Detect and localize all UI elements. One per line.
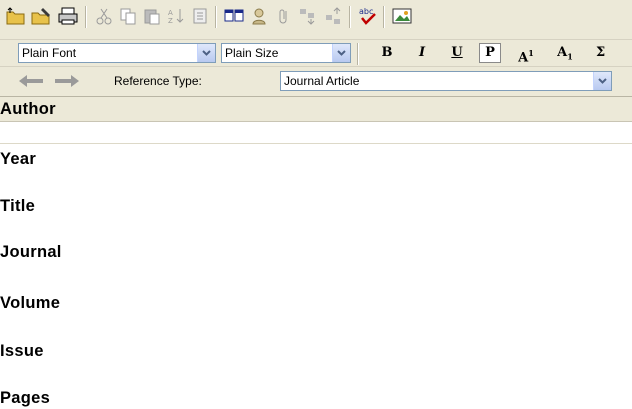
author-field-header [0, 97, 632, 122]
field-label-author: Author [0, 100, 56, 118]
reference-type-bar: Reference Type: Journal Article [0, 67, 632, 97]
field-label-issue[interactable]: Issue [0, 342, 44, 361]
plain-button[interactable]: P [479, 43, 501, 63]
svg-text:Z: Z [168, 17, 173, 25]
main-toolbar: AZ abc [0, 0, 632, 40]
reference-type-select[interactable]: Journal Article [280, 71, 612, 91]
superscript-letter: A [518, 50, 529, 66]
reference-type-label: Reference Type: [114, 74, 202, 88]
person-icon[interactable] [247, 4, 271, 28]
field-label-journal[interactable]: Journal [0, 243, 62, 262]
bold-button[interactable]: B [376, 43, 398, 63]
chevron-down-icon[interactable] [332, 44, 350, 62]
format-toolbar: Plain Font Plain Size B I U P A1 A1 Σ [0, 40, 632, 67]
font-select-value: Plain Font [22, 46, 77, 60]
cut-icon[interactable] [92, 4, 116, 28]
document-icon[interactable] [188, 4, 212, 28]
chevron-down-icon[interactable] [197, 44, 215, 62]
font-select[interactable]: Plain Font [18, 43, 216, 63]
field-label-title[interactable]: Title [0, 197, 35, 216]
underline-button[interactable]: U [446, 43, 468, 63]
move-up-icon[interactable] [322, 4, 346, 28]
attach-icon[interactable] [272, 4, 296, 28]
reference-type-value: Journal Article [284, 74, 360, 88]
window-icon[interactable] [222, 4, 246, 28]
field-label-year[interactable]: Year [0, 150, 36, 169]
size-select-value: Plain Size [225, 46, 279, 60]
superscript-mark: 1 [528, 48, 534, 58]
back-arrow-icon[interactable] [18, 74, 44, 93]
subscript-button[interactable]: A1 [554, 43, 576, 63]
print-icon[interactable] [56, 4, 80, 28]
subscript-letter: A [557, 45, 568, 60]
superscript-button[interactable]: A1 [515, 43, 537, 66]
symbol-button[interactable]: Σ [588, 43, 632, 63]
field-label-volume[interactable]: Volume [0, 294, 60, 313]
author-input[interactable] [0, 122, 632, 144]
spellcheck-text: abc [359, 7, 373, 16]
forward-arrow-icon[interactable] [54, 74, 80, 93]
spellcheck-icon[interactable]: abc [356, 4, 380, 28]
paste-icon[interactable] [140, 4, 164, 28]
open-folder-icon[interactable] [4, 4, 28, 28]
field-label-pages[interactable]: Pages [0, 389, 50, 408]
chevron-down-icon[interactable] [593, 72, 611, 90]
subscript-mark: 1 [567, 51, 573, 62]
folder-edit-icon[interactable] [30, 4, 54, 28]
size-select[interactable]: Plain Size [221, 43, 351, 63]
copy-icon[interactable] [116, 4, 140, 28]
insert-picture-icon[interactable] [390, 4, 414, 28]
svg-text:A: A [168, 9, 173, 17]
move-down-icon[interactable] [296, 4, 320, 28]
italic-button[interactable]: I [411, 43, 433, 63]
sort-icon[interactable]: AZ [164, 4, 188, 28]
